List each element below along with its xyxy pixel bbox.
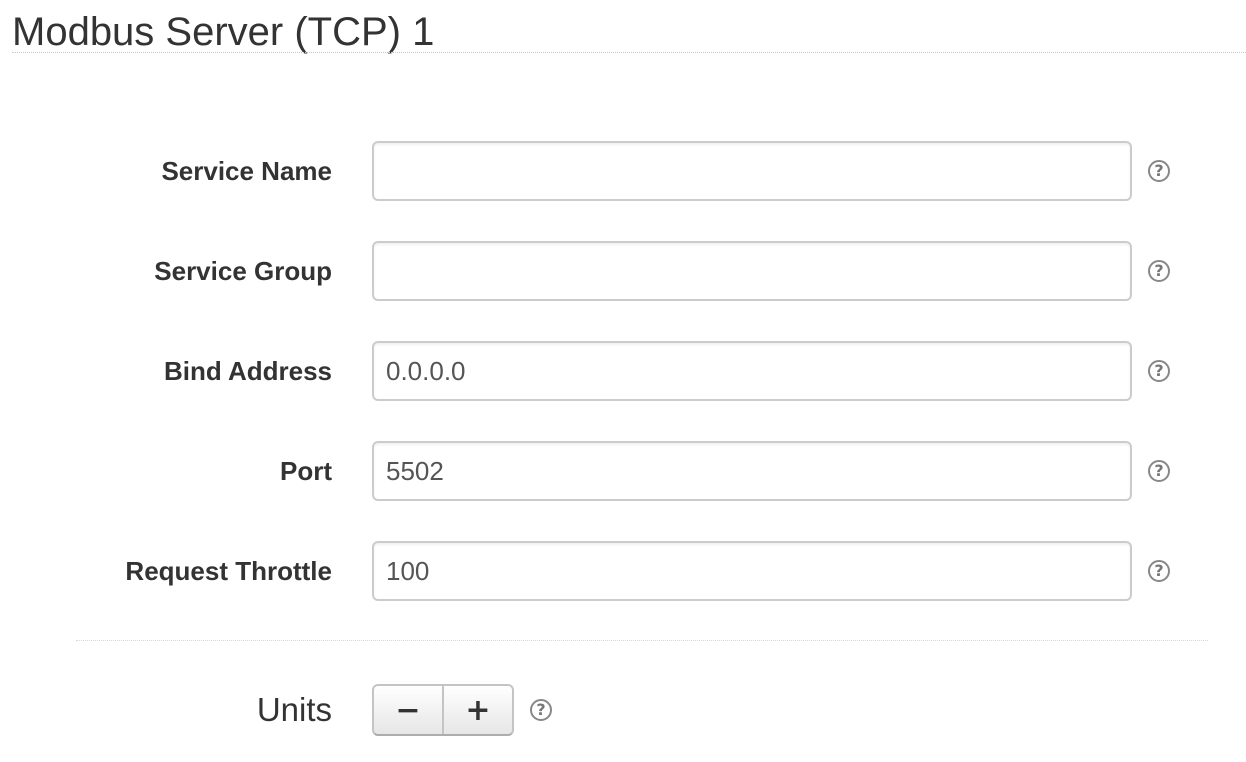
request-throttle-row: Request Throttle ? (0, 541, 1246, 601)
service-name-row: Service Name ? (0, 141, 1246, 201)
units-row: Units − + ? (0, 684, 1246, 736)
question-circle-icon[interactable]: ? (1148, 360, 1170, 382)
service-group-row: Service Group ? (0, 241, 1246, 301)
bind-address-row: Bind Address ? (0, 341, 1246, 401)
question-circle-icon[interactable]: ? (1148, 260, 1170, 282)
service-group-input[interactable] (372, 241, 1132, 301)
port-label: Port (280, 456, 332, 486)
question-circle-icon[interactable]: ? (530, 699, 552, 721)
units-label: Units (256, 691, 332, 728)
question-circle-icon[interactable]: ? (1148, 460, 1170, 482)
remove-unit-button[interactable]: − (374, 686, 442, 734)
title-divider (12, 52, 1246, 53)
section-divider (76, 640, 1208, 641)
units-stepper: − + (372, 684, 514, 736)
request-throttle-label: Request Throttle (125, 556, 332, 586)
page-title: Modbus Server (TCP) 1 (12, 10, 435, 54)
service-name-label: Service Name (161, 156, 332, 186)
bind-address-label: Bind Address (163, 356, 332, 386)
bind-address-input[interactable] (372, 341, 1132, 401)
port-input[interactable] (372, 441, 1132, 501)
question-circle-icon[interactable]: ? (1148, 160, 1170, 182)
add-unit-button[interactable]: + (442, 686, 512, 734)
request-throttle-input[interactable] (372, 541, 1132, 601)
question-circle-icon[interactable]: ? (1148, 560, 1170, 582)
service-name-input[interactable] (372, 141, 1132, 201)
port-row: Port ? (0, 441, 1246, 501)
service-group-label: Service Group (154, 256, 332, 286)
